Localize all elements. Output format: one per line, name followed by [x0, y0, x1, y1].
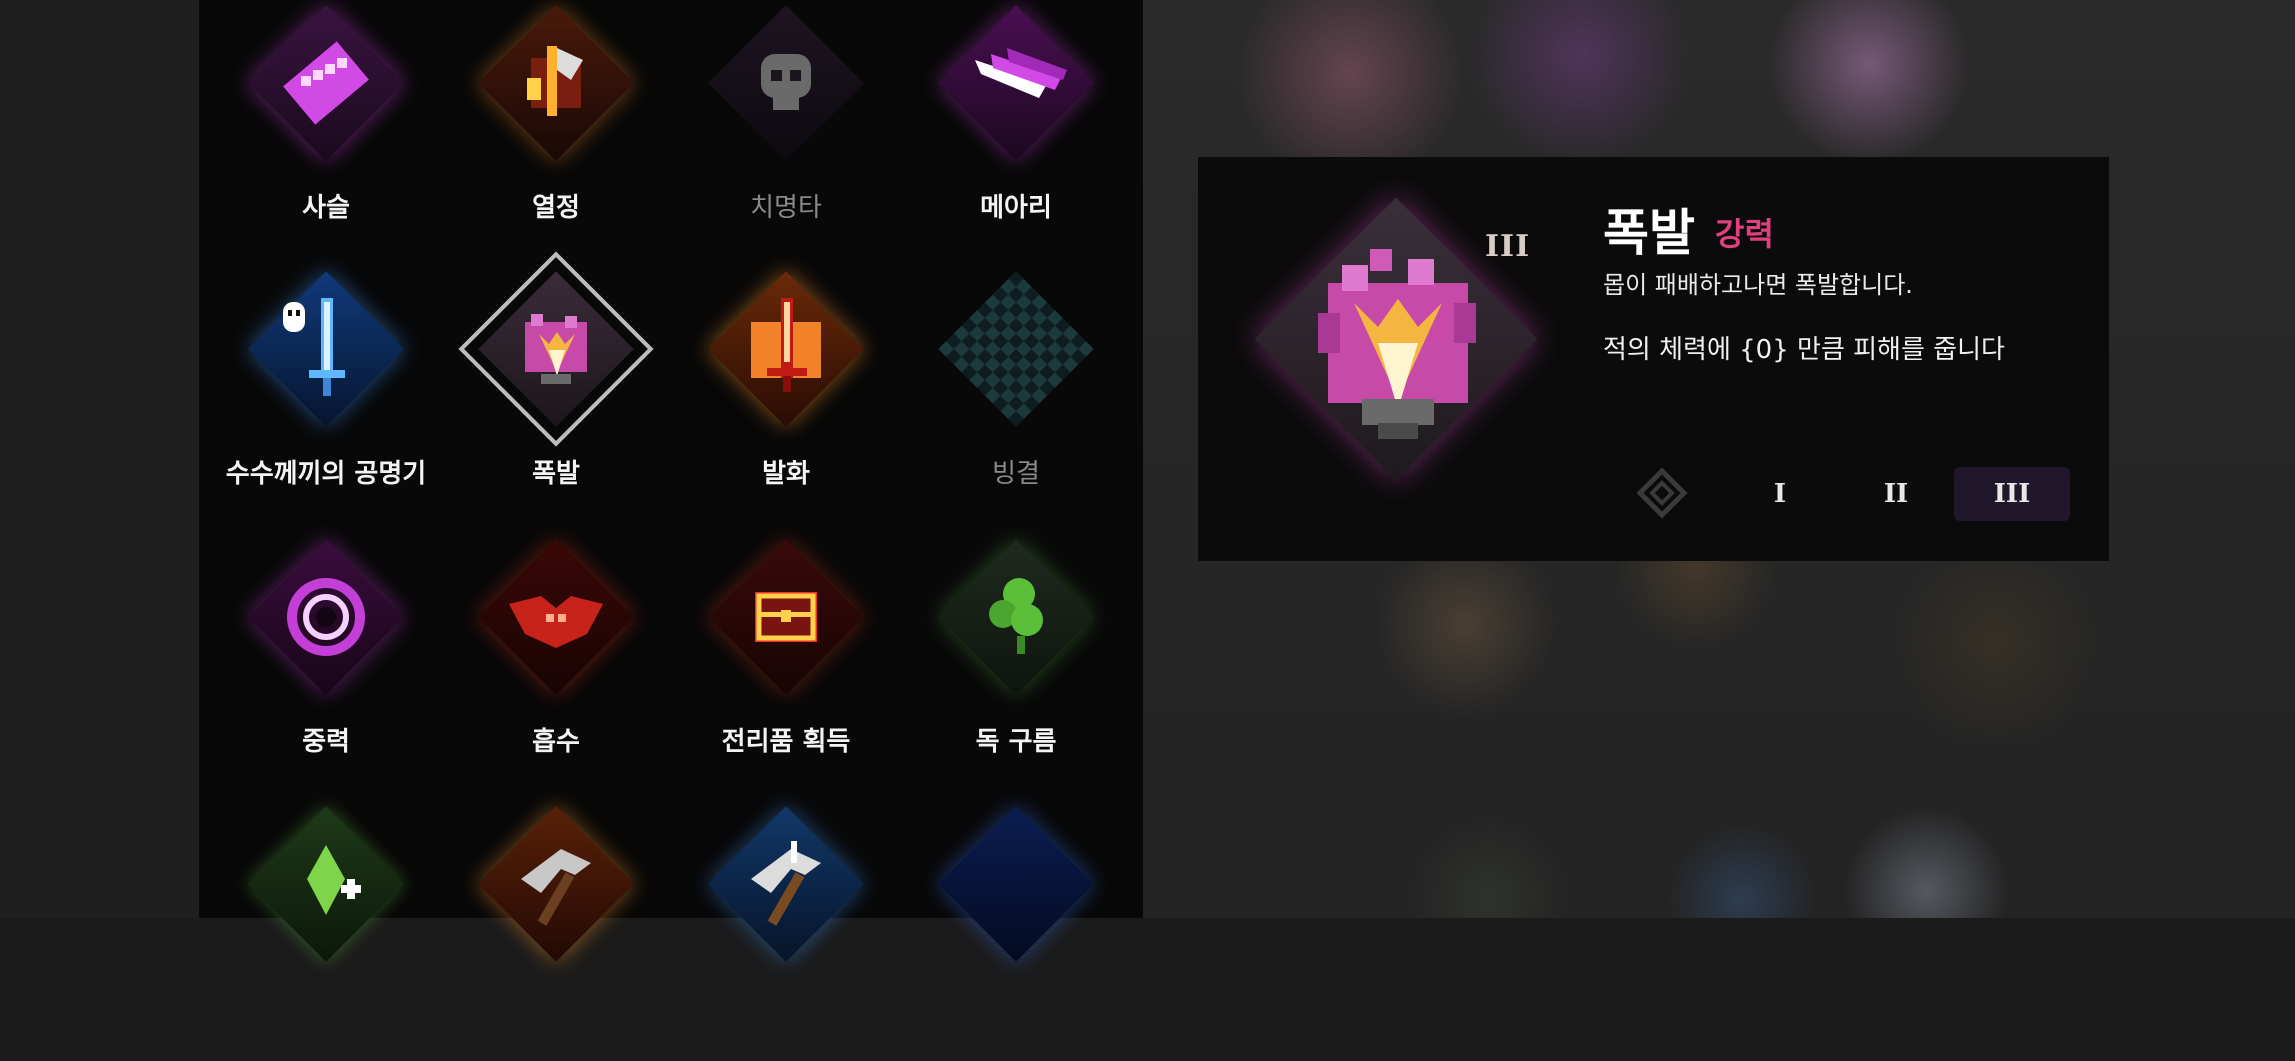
skill-label: 사슬 [302, 193, 350, 223]
skill-label: 메아리 [980, 193, 1052, 223]
skill-title: 폭발 [1603, 204, 1695, 262]
skill-label: 수수께끼의 공명기 [225, 459, 427, 489]
rank-emblem-icon [1636, 467, 1688, 519]
echo-blade-icon [938, 5, 1094, 161]
rank-button-1[interactable]: I [1722, 467, 1838, 521]
treasure-chest-icon [708, 539, 864, 695]
skill-label: 전리품 획득 [721, 727, 851, 757]
skill-cell-fire-pickaxe[interactable] [441, 801, 671, 1061]
skill-label: 폭발 [532, 459, 580, 489]
explosion-icon [478, 271, 634, 427]
poison-cloud-icon [938, 539, 1094, 695]
skill-description: 몹이 패배하고나면 폭발합니다. [1603, 271, 1913, 299]
rank-selector: I II III [1636, 467, 2076, 521]
ice-pickaxe-icon [708, 806, 864, 962]
fire-pickaxe-icon [478, 806, 634, 962]
skill-label: 빙결 [992, 459, 1040, 489]
skill-cell-explosion[interactable]: 폭발 [441, 251, 671, 526]
crescent-icon [938, 806, 1094, 962]
skill-cell-mystery-resonator[interactable]: 수수께끼의 공명기 [211, 266, 441, 526]
skill-label: 발화 [762, 459, 810, 489]
rank-badge: III [1485, 229, 1531, 264]
skill-cell-chain[interactable]: 사슬 [211, 0, 441, 260]
skill-cell-poison-cloud[interactable]: 독 구름 [901, 534, 1131, 794]
gravity-eye-icon [248, 539, 404, 695]
flame-sword-icon [708, 271, 864, 427]
skill-label: 열정 [532, 193, 580, 223]
rank-button-3[interactable]: III [1954, 467, 2070, 521]
rank-button-2[interactable]: II [1838, 467, 1954, 521]
skill-label: 중력 [302, 727, 350, 757]
skill-cell-echo[interactable]: 메아리 [901, 0, 1131, 260]
bat-icon [478, 539, 634, 695]
checker-ice-icon [938, 271, 1094, 427]
skill-cell-critical[interactable]: 치명타 [671, 0, 901, 260]
skill-cell-gravity[interactable]: 중력 [211, 534, 441, 794]
skill-label: 치명타 [750, 193, 822, 223]
skill-label: 흡수 [532, 727, 580, 757]
tier-label: 강력 [1715, 215, 1774, 253]
skill-grid-panel: 사슬 열정 치명타 메아리 수수께끼의 공명기 폭발 발화 빙결 중력 흡수 전… [199, 0, 1143, 962]
fire-axe-icon [478, 5, 634, 161]
ghost-sword-icon [248, 271, 404, 427]
skill-label: 독 구름 [975, 727, 1057, 757]
skill-effect: 적의 체력에 {0} 만큼 피해를 줍니다 [1603, 335, 2005, 365]
skill-cell-passion[interactable]: 열정 [441, 0, 671, 260]
skill-cell-crystal[interactable] [211, 801, 441, 1061]
skill-cell-loot[interactable]: 전리품 획득 [671, 534, 901, 794]
skill-cell-freeze[interactable]: 빙결 [901, 266, 1131, 526]
chain-icon [248, 5, 404, 161]
skill-detail-panel: III 폭발 강력 몹이 패배하고나면 폭발합니다. 적의 체력에 {0} 만큼… [1198, 157, 2109, 561]
skill-cell-crescent[interactable] [901, 801, 1131, 1061]
skill-cell-ignite[interactable]: 발화 [671, 266, 901, 526]
skill-cell-absorb[interactable]: 흡수 [441, 534, 671, 794]
left-margin [0, 0, 199, 918]
skill-cell-ice-pickaxe[interactable] [671, 801, 901, 1061]
skull-icon [708, 5, 864, 161]
green-crystal-icon [248, 806, 404, 962]
